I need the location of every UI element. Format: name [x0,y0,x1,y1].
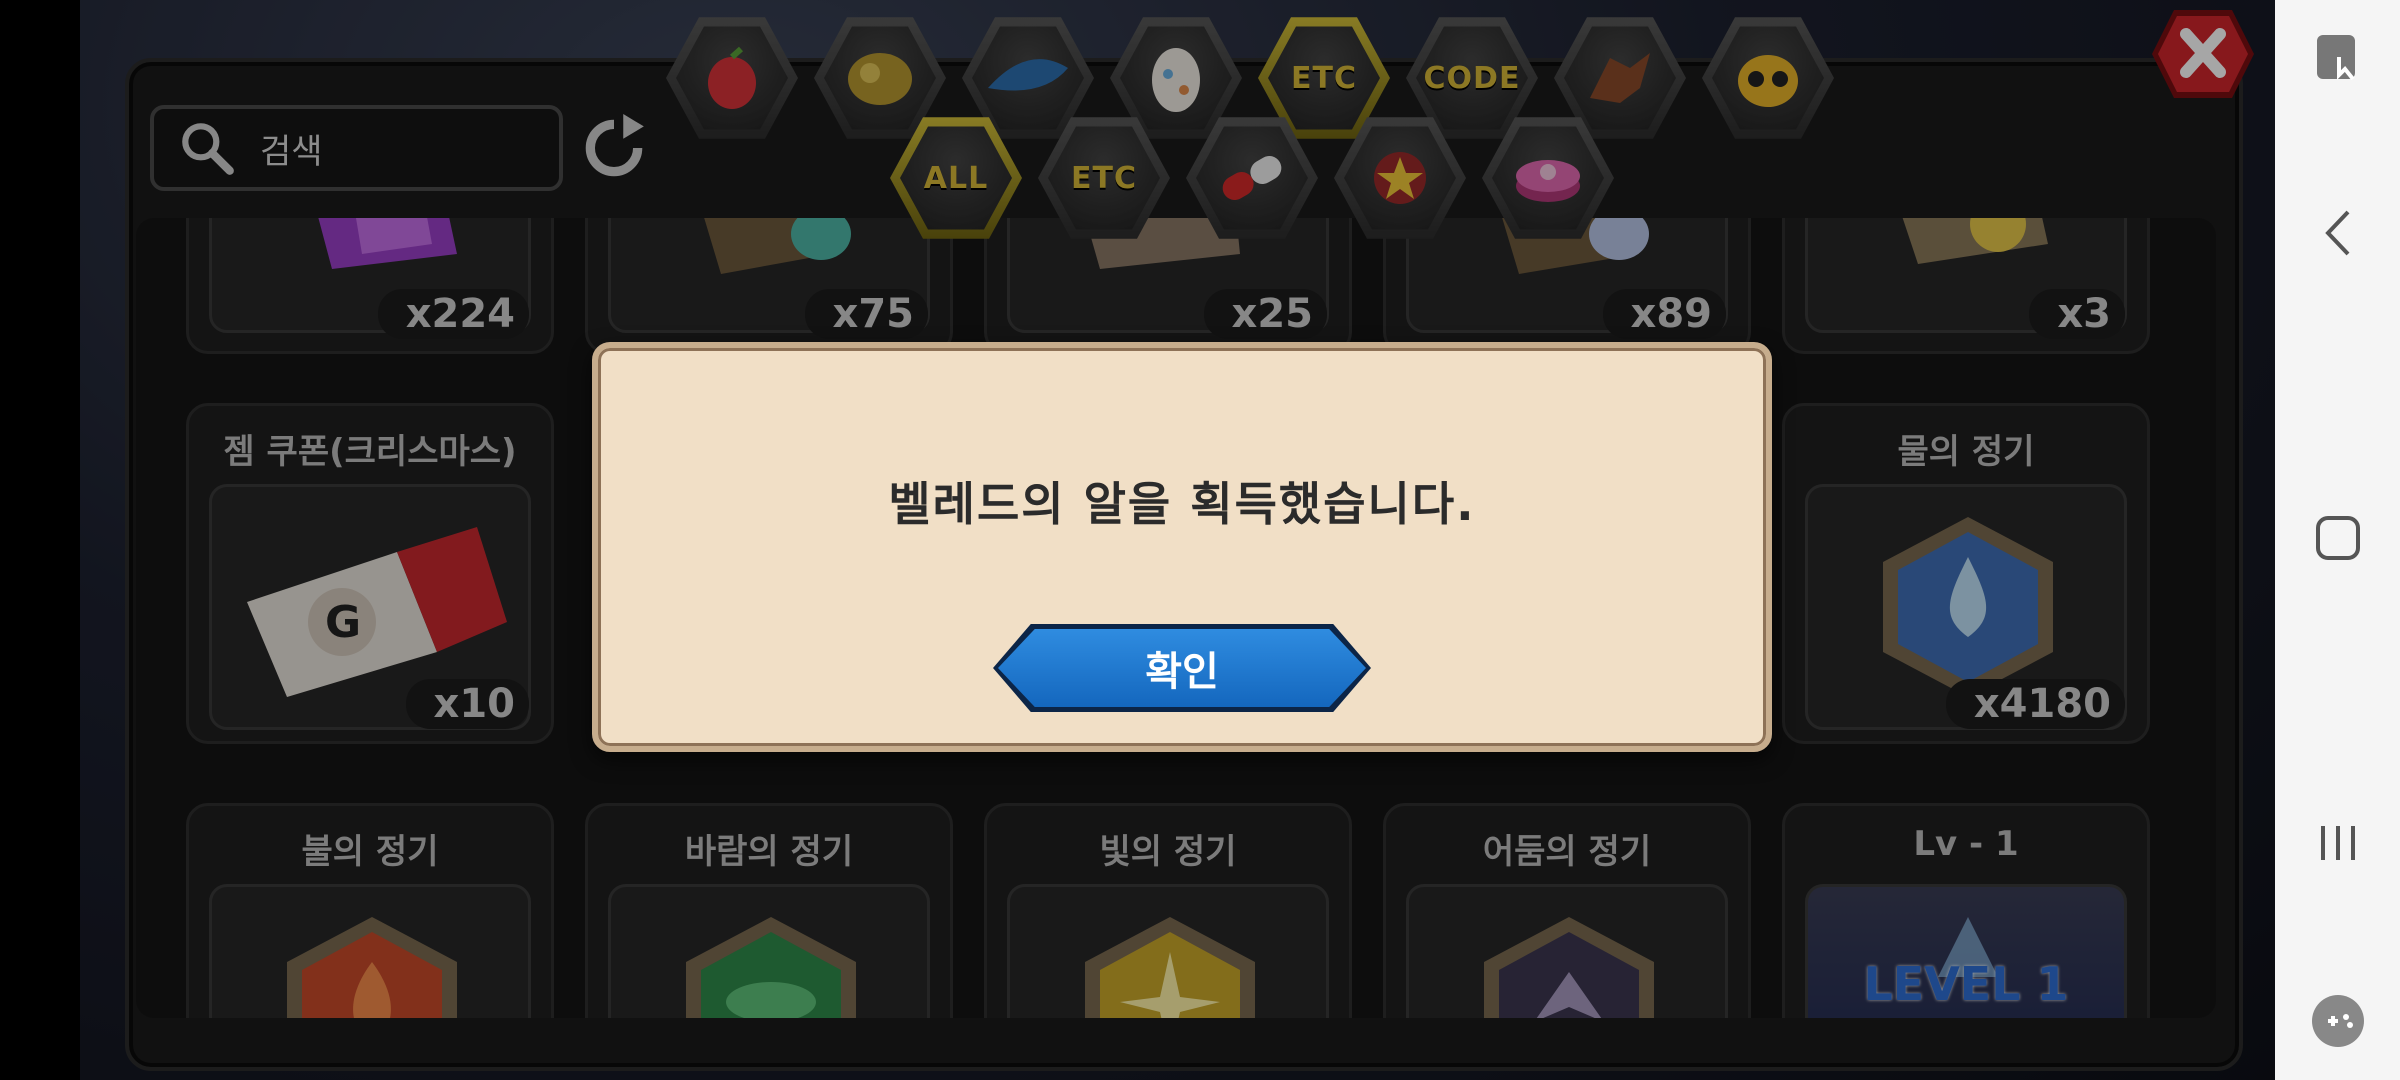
dark-essence-icon [1484,917,1654,1018]
water-essence-icon [1883,517,2053,697]
blue-wing-icon [988,59,1068,91]
search-icon [182,123,234,175]
reward-dialog: 벨레드의 알을 획득했습니다. 확인 [592,342,1772,752]
star-emblem-icon [1374,152,1426,204]
system-nav-bar [2275,0,2400,1080]
item-tile[interactable]: 바람의 정기 [585,803,953,1018]
purple-crystal-icon [318,218,457,269]
item-name: 물의 정기 [1897,432,2035,472]
recent-apps-icon[interactable] [2295,800,2381,886]
wind-essence-icon [686,917,856,1018]
home-icon[interactable] [2295,495,2381,581]
item-tile[interactable]: x25 [984,218,1352,354]
item-icon-box: LEVEL 1 [1805,884,2127,1018]
owl-mask-icon [1738,55,1798,107]
item-tile[interactable]: 불의 정기 [186,803,554,1018]
confirm-button-label: 확인 [998,629,1366,707]
scroll-gold-icon [1902,218,2048,264]
dragon-icon [1590,53,1650,103]
search-field[interactable]: 검색 [150,105,563,191]
item-tile[interactable]: x75 [585,218,953,354]
close-button[interactable] [2150,6,2256,102]
item-count: x224 [377,289,529,339]
back-icon[interactable] [2295,190,2381,276]
item-icon-box [608,884,930,1018]
item-icon-box [209,884,531,1018]
pill-icon [1222,156,1282,200]
item-icon-box [1406,884,1728,1018]
item-name: 바람의 정기 [684,832,854,872]
item-icon-box [1007,884,1329,1018]
confirm-button[interactable]: 확인 [993,624,1371,712]
gift-box-icon [1516,160,1580,202]
item-name: 어둠의 정기 [1482,832,1652,872]
item-count: x3 [2029,289,2125,339]
item-name: Lv - 1 [1913,824,2019,864]
tab-label: ALL [923,160,989,196]
item-name: 빛의 정기 [1099,832,1237,872]
game-tools-icon[interactable] [2295,978,2381,1064]
tab-label: ETC [1291,60,1357,96]
dialog-message: 벨레드의 알을 획득했습니다. [888,477,1476,531]
item-name: 불의 정기 [301,832,439,872]
scroll-teal-icon [704,218,851,274]
item-tile[interactable]: 물의 정기 x4180 [1782,403,2150,744]
svg-text:G: G [325,597,361,648]
coupon-icon: G [247,527,507,697]
item-count: x89 [1602,289,1726,339]
egg-icon [1152,48,1200,112]
gold-ore-icon [848,53,912,105]
item-count: x4180 [1945,679,2125,729]
refresh-icon[interactable] [578,112,650,184]
item-tile[interactable]: Lv - 1 LEVEL 1 [1782,803,2150,1018]
item-tile[interactable]: x3 [1782,218,2150,354]
item-tile[interactable]: 어둠의 정기 [1383,803,1751,1018]
item-count: x25 [1203,289,1327,339]
light-essence-icon [1085,917,1255,1018]
item-tile[interactable]: x224 [186,218,554,354]
fire-essence-icon [287,917,457,1018]
search-placeholder: 검색 [260,131,323,172]
tab-label: ETC [1071,160,1137,196]
item-name: 젬 쿠폰(크리스마스) [223,432,517,472]
touch-lock-icon[interactable] [2295,15,2381,101]
fruit-icon [708,46,756,109]
level-badge-text: LEVEL 1 [1863,957,2069,1011]
tab-label: CODE [1423,60,1521,96]
item-tile[interactable]: 젬 쿠폰(크리스마스) G x10 [186,403,554,744]
item-count: x75 [804,289,928,339]
item-count: x10 [405,679,529,729]
item-tile[interactable]: 빛의 정기 [984,803,1352,1018]
